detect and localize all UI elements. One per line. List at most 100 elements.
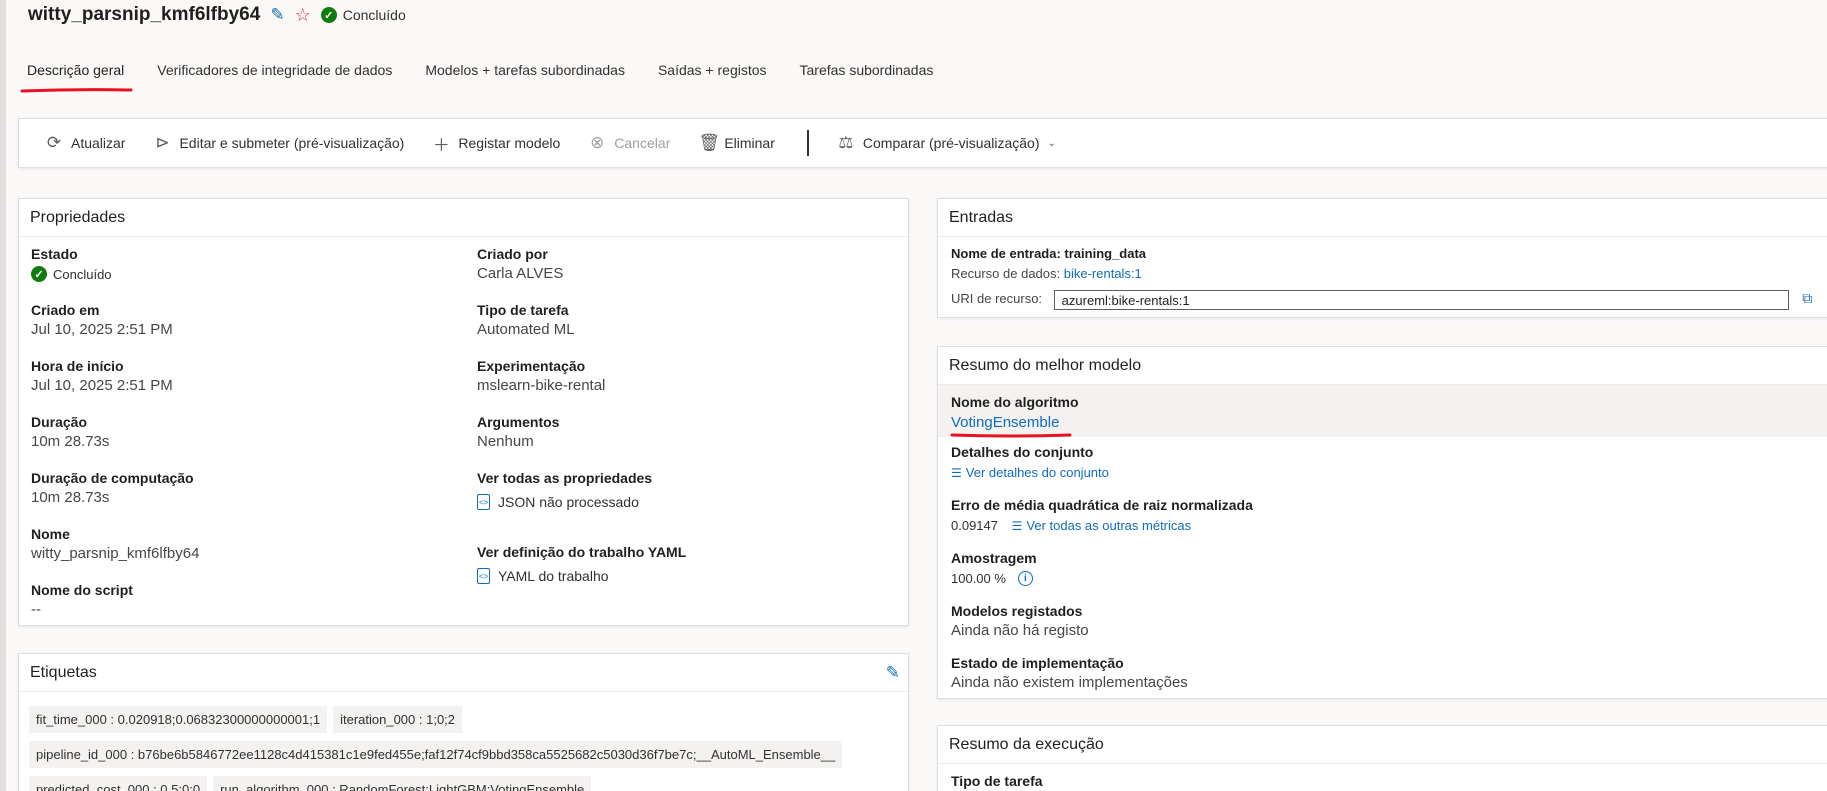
registered-block: Modelos registados Ainda não há registo (951, 603, 1089, 639)
created-by-label: Criado por (477, 246, 548, 262)
status-prop: Estado ✓ Concluído (31, 246, 112, 282)
best-model-title-text: Resumo do melhor modelo (949, 356, 1142, 374)
metric-label: Erro de média quadrática de raiz normali… (951, 497, 1253, 513)
best-model-title: Resumo do melhor modelo (938, 347, 1827, 385)
properties-title-text: Propriedades (30, 208, 126, 226)
job-header: witty_parsnip_kmf6lfby64 ✎ ☆ ✓ Concluído (28, 4, 406, 26)
job-yaml-label: YAML do trabalho (498, 568, 609, 584)
tags-header: Etiquetas ✎ (19, 654, 908, 692)
task-type-label: Tipo de tarefa (477, 302, 569, 318)
job-status-text: Concluído (342, 7, 406, 23)
code-file-icon: <> (477, 494, 490, 510)
status-label: Estado (31, 246, 78, 262)
data-asset-link[interactable]: bike-rentals:1 (1064, 266, 1142, 281)
run-summary-card: Resumo da execução Tipo de tarefa (937, 725, 1827, 791)
deployment-block: Estado de implementação Ainda não existe… (951, 655, 1188, 691)
experiment-label: Experimentação (477, 358, 586, 374)
algorithm-annotation-underline (950, 433, 1072, 438)
toolbar-divider (806, 130, 809, 156)
task-type-prop: Tipo de tarefa Automated ML (477, 302, 575, 338)
properties-title: Propriedades (19, 199, 908, 237)
name-prop: Nome witty_parsnip_kmf6lfby64 (31, 526, 199, 562)
inputs-title-text: Entradas (949, 208, 1014, 226)
tags-title: Etiquetas (30, 663, 97, 681)
all-metrics-link[interactable]: ☰ Ver todas as outras métricas (1012, 518, 1192, 533)
tab-models-child-jobs[interactable]: Modelos + tarefas subordinadas (425, 62, 625, 78)
tab-bar: Descrição geral Verificadores de integri… (27, 62, 966, 78)
chevron-down-icon: ⌄ (1047, 137, 1056, 149)
created-by-value: Carla ALVES (477, 265, 564, 282)
tab-annotation-underline (20, 88, 133, 93)
list-icon: ☰ (1011, 519, 1023, 533)
edit-submit-button[interactable]: ⊳ Editar e submeter (pré-visualização) (153, 133, 404, 153)
yaml-prop: Ver definição do trabalho YAML <> YAML d… (477, 544, 686, 584)
edit-submit-label: Editar e submeter (pré-visualização) (179, 135, 405, 151)
refresh-button[interactable]: ⟳ Atualizar (45, 133, 126, 153)
refresh-label: Atualizar (71, 135, 126, 151)
copy-icon[interactable]: ⧉ (1802, 290, 1812, 306)
ensemble-details: Detalhes do conjunto ☰ Ver detalhes do co… (951, 444, 1109, 480)
name-value: witty_parsnip_kmf6lfby64 (31, 545, 200, 562)
asset-uri-field[interactable]: azureml:bike-rentals:1 (1053, 290, 1789, 310)
ensemble-link-text: Ver detalhes do conjunto (965, 465, 1109, 480)
list-icon: ☰ (951, 466, 962, 480)
experiment-link[interactable]: mslearn-bike-rental (477, 377, 605, 394)
play-circle-icon: ⊳ (155, 133, 170, 152)
cancel-button[interactable]: ⊗ Cancelar (588, 133, 670, 153)
created-prop: Criado em Jul 10, 2025 2:51 PM (31, 302, 173, 338)
algorithm-link[interactable]: VotingEnsemble (951, 414, 1059, 431)
status-value-row: ✓ Concluído (31, 266, 112, 282)
registered-label: Modelos registados (951, 603, 1083, 619)
metric-row: 0.09147 ☰ Ver todas as outras métricas (951, 518, 1253, 533)
all-metrics-text: Ver todas as outras métricas (1026, 518, 1192, 533)
compare-label: Comparar (pré-visualização) (862, 135, 1040, 151)
input-name-label: Nome de entrada: training_data (951, 246, 1147, 261)
ensemble-link[interactable]: ☰ Ver detalhes do conjunto (951, 465, 1109, 480)
edit-tags-pencil-icon[interactable]: ✎ (886, 663, 900, 683)
tab-child-jobs[interactable]: Tarefas subordinadas (800, 62, 934, 78)
all-properties-prop: Ver todas as propriedades <> JSON não pr… (477, 470, 652, 510)
all-properties-label: Ver todas as propriedades (477, 470, 653, 486)
duration-label: Duração (31, 414, 88, 430)
tag-item: predicted_cost_000 : 0.5;0;0 (29, 776, 208, 791)
compute-duration-value: 10m 28.73s (31, 489, 110, 506)
start-value: Jul 10, 2025 2:51 PM (31, 377, 173, 394)
register-model-button[interactable]: ＋ Registar modelo (432, 131, 560, 156)
registered-value: Ainda não há registo (951, 622, 1089, 639)
raw-json-label: JSON não processado (498, 494, 639, 510)
arguments-label: Argumentos (477, 414, 560, 430)
favorite-star-icon[interactable]: ☆ (295, 5, 311, 26)
refresh-icon: ⟳ (46, 133, 62, 152)
job-status: ✓ Concluído (320, 7, 406, 23)
cancel-label: Cancelar (614, 135, 671, 151)
tab-outputs-logs[interactable]: Saídas + registos (658, 62, 767, 78)
compute-duration-label: Duração de computação (31, 470, 194, 486)
delete-button[interactable]: 🗑 Eliminar (698, 133, 775, 153)
compare-dropdown[interactable]: ⚖ Comparar (pré-visualização) ⌄ (837, 133, 1056, 153)
tag-item: run_algorithm_000 : RandomForest;LightGB… (213, 776, 592, 791)
run-summary-task-type-label: Tipo de tarefa (951, 773, 1043, 789)
raw-json-link[interactable]: <> JSON não processado (477, 494, 652, 510)
duration-value: 10m 28.73s (31, 433, 110, 450)
name-label: Nome (31, 526, 70, 542)
tab-overview[interactable]: Descrição geral (27, 62, 124, 78)
register-model-label: Registar modelo (458, 135, 561, 151)
edit-name-pencil-icon[interactable]: ✎ (270, 5, 284, 25)
input-name: Nome de entrada: training_data Recurso d… (951, 246, 1812, 310)
delete-label: Eliminar (724, 135, 775, 151)
tab-data-guardrails[interactable]: Verificadores de integridade de dados (157, 62, 392, 78)
script-label: Nome do script (31, 582, 133, 598)
job-yaml-link[interactable]: <> YAML do trabalho (477, 568, 686, 584)
info-icon[interactable]: i (1017, 571, 1033, 586)
tag-item: iteration_000 : 1;0;2 (333, 706, 463, 733)
compute-duration-prop: Duração de computação 10m 28.73s (31, 470, 194, 506)
run-summary-title-text: Resumo da execução (949, 735, 1104, 753)
algorithm-label: Nome do algoritmo (951, 394, 1079, 410)
scale-icon: ⚖ (838, 133, 854, 152)
start-label: Hora de início (31, 358, 124, 374)
data-asset-label: Recurso de dados: (951, 266, 1061, 281)
ensemble-label: Detalhes do conjunto (951, 444, 1094, 460)
script-value: -- (31, 601, 41, 618)
sampling-value: 100.00 % (951, 571, 1006, 586)
created-by-prop: Criado por Carla ALVES (477, 246, 563, 282)
